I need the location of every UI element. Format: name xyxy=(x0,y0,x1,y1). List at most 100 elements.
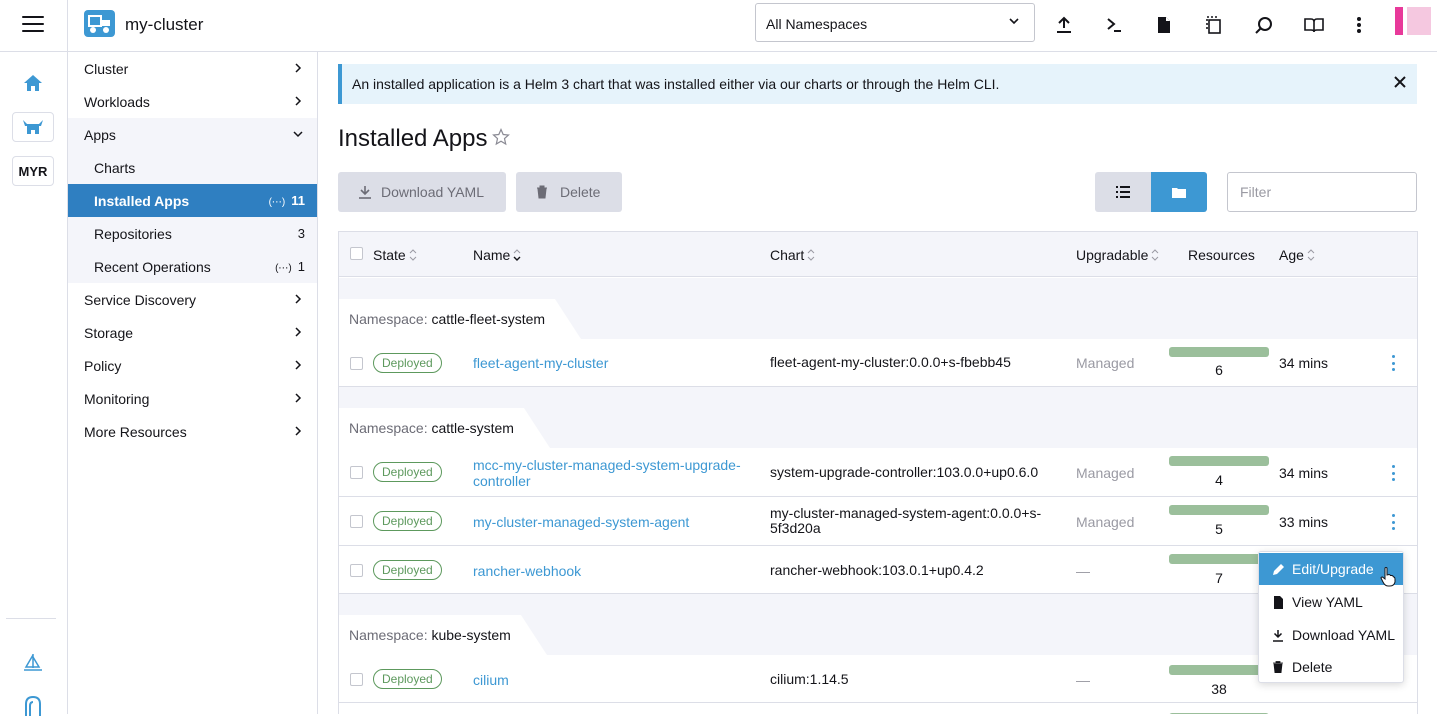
age: 33 mins xyxy=(1279,514,1329,530)
trash-icon xyxy=(537,185,547,199)
column-header-state[interactable]: State xyxy=(373,247,417,263)
column-header-upgradable[interactable]: Upgradable xyxy=(1076,247,1159,263)
sidebar-item-label: Cluster xyxy=(84,60,129,77)
sidebar-item-label: More Resources xyxy=(84,423,187,440)
sidebar-item-workloads[interactable]: Workloads xyxy=(68,85,317,118)
upload-icon xyxy=(1057,16,1071,33)
row-checkbox[interactable] xyxy=(350,564,363,577)
resources-count: 38 xyxy=(1211,681,1227,697)
table-header: State Name Chart Upgradable Resources Ag… xyxy=(339,232,1417,277)
namespace-select[interactable]: All Namespaces xyxy=(755,3,1035,42)
filter-input[interactable] xyxy=(1227,172,1417,212)
rancher-cluster-button[interactable] xyxy=(12,112,54,142)
chevron-right-icon xyxy=(295,96,302,106)
import-yaml-button[interactable] xyxy=(1051,12,1077,38)
column-header-age[interactable]: Age xyxy=(1279,247,1315,263)
column-header-chart[interactable]: Chart xyxy=(770,247,815,263)
table-row: Deployed rancher-webhook rancher-webhook… xyxy=(339,546,1417,594)
kubectl-shell-button[interactable] xyxy=(1101,12,1127,38)
menu-item-delete[interactable]: Delete xyxy=(1259,651,1403,683)
resources-bar xyxy=(1169,456,1269,466)
menu-item-download-yaml[interactable]: Download YAML xyxy=(1259,619,1403,651)
sidebar-item-service-discovery[interactable]: Service Discovery xyxy=(68,283,317,316)
search-icon xyxy=(1255,17,1272,34)
sidebar-item-charts[interactable]: Charts xyxy=(68,151,317,184)
app-name-link[interactable]: cilium xyxy=(473,672,509,688)
sidebar-item-cluster[interactable]: Cluster xyxy=(68,52,317,85)
sidebar-item-apps[interactable]: Apps xyxy=(68,118,317,151)
trash-icon xyxy=(1273,661,1283,673)
app-name-link[interactable]: rancher-webhook xyxy=(473,563,581,579)
sidebar-item-recent-operations[interactable]: Recent Operations (⋯) 1 xyxy=(68,250,317,283)
select-all-checkbox[interactable] xyxy=(350,247,363,260)
app-name-line: controller xyxy=(473,473,531,489)
menu-icon[interactable] xyxy=(22,16,44,34)
resources-count: 7 xyxy=(1215,570,1223,586)
resources-bar xyxy=(1169,665,1269,675)
sidebar-item-label: Recent Operations xyxy=(94,258,211,275)
sidebar-item-label: Workloads xyxy=(84,93,150,110)
sailboat-icon xyxy=(24,654,42,671)
download-kubeconfig-button[interactable] xyxy=(1151,12,1177,38)
column-header-label: Name xyxy=(473,247,511,263)
download-yaml-button[interactable]: Download YAML xyxy=(338,172,506,212)
cluster-logo-icon xyxy=(84,10,115,37)
status-badge: Deployed xyxy=(373,511,442,531)
sidebar-item-more-resources[interactable]: More Resources xyxy=(68,415,317,448)
operations-icon: (⋯) xyxy=(268,197,286,208)
app-name-link[interactable]: fleet-agent-my-cluster xyxy=(473,355,608,371)
menu-item-label: Delete xyxy=(1292,659,1333,675)
age: 34 mins xyxy=(1279,355,1329,371)
folder-icon xyxy=(1172,187,1186,198)
column-header-name[interactable]: Name xyxy=(473,247,521,263)
chevron-right-icon xyxy=(295,426,302,436)
namespace-group-tab: Namespace: cattle-system xyxy=(339,408,550,448)
menu-item-view-yaml[interactable]: View YAML xyxy=(1259,586,1403,618)
docs-button[interactable] xyxy=(1301,12,1327,38)
resources-bar xyxy=(1169,505,1269,515)
row-checkbox[interactable] xyxy=(350,357,363,370)
installed-apps-table: State Name Chart Upgradable Resources Ag… xyxy=(338,231,1418,714)
star-icon[interactable] xyxy=(492,128,510,146)
extensions-button[interactable] xyxy=(12,690,54,720)
file-icon xyxy=(1158,17,1170,33)
app-name-link[interactable]: mcc-my-cluster-managed-system-upgrade-co… xyxy=(473,457,741,489)
row-checkbox[interactable] xyxy=(350,466,363,479)
sidebar-item-repositories[interactable]: Repositories 3 xyxy=(68,217,317,250)
row-actions-kebab-icon[interactable] xyxy=(1389,465,1397,481)
list-icon xyxy=(1116,186,1130,198)
row-actions-kebab-icon[interactable] xyxy=(1389,514,1397,530)
sort-icon xyxy=(807,249,815,261)
more-button[interactable] xyxy=(1346,12,1372,38)
home-button[interactable] xyxy=(12,68,54,98)
cluster-badge-myr[interactable]: MYR xyxy=(12,156,54,186)
fleet-button[interactable] xyxy=(12,648,54,678)
namespace-group-header: Namespace: cattle-fleet-system xyxy=(339,278,1417,339)
row-actions-kebab-icon[interactable] xyxy=(1389,355,1397,371)
row-checkbox[interactable] xyxy=(350,515,363,528)
namespace-label: Namespace: xyxy=(349,627,428,643)
sidebar-item-policy[interactable]: Policy xyxy=(68,349,317,382)
chevron-right-icon xyxy=(295,327,302,337)
chevron-right-icon xyxy=(295,294,302,304)
sidebar-item-monitoring[interactable]: Monitoring xyxy=(68,382,317,415)
group-by-namespace-toggle[interactable] xyxy=(1151,172,1207,212)
upgradable-status: — xyxy=(1076,563,1090,579)
upgradable-status: Managed xyxy=(1076,355,1135,371)
namespace-group-header: Namespace: kube-system xyxy=(339,594,1417,655)
close-icon[interactable] xyxy=(1393,75,1407,89)
flat-list-toggle[interactable] xyxy=(1095,172,1151,212)
namespace-group-tab: Namespace: kube-system xyxy=(339,615,547,655)
resource-search-button[interactable] xyxy=(1251,12,1277,38)
copy-kubeconfig-button[interactable] xyxy=(1201,12,1227,38)
sidebar-item-storage[interactable]: Storage xyxy=(68,316,317,349)
app-name-link[interactable]: my-cluster-managed-system-agent xyxy=(473,514,689,530)
row-checkbox[interactable] xyxy=(350,673,363,686)
resources-bar xyxy=(1169,347,1269,357)
user-avatar[interactable] xyxy=(1395,7,1431,35)
delete-button[interactable]: Delete xyxy=(516,172,622,212)
sidebar-item-installed-apps[interactable]: Installed Apps (⋯) 11 xyxy=(68,184,317,217)
sidebar-item-count: (⋯) 11 xyxy=(269,193,305,208)
sidebar-item-label: Policy xyxy=(84,357,122,374)
left-rail: MYR xyxy=(0,52,68,716)
